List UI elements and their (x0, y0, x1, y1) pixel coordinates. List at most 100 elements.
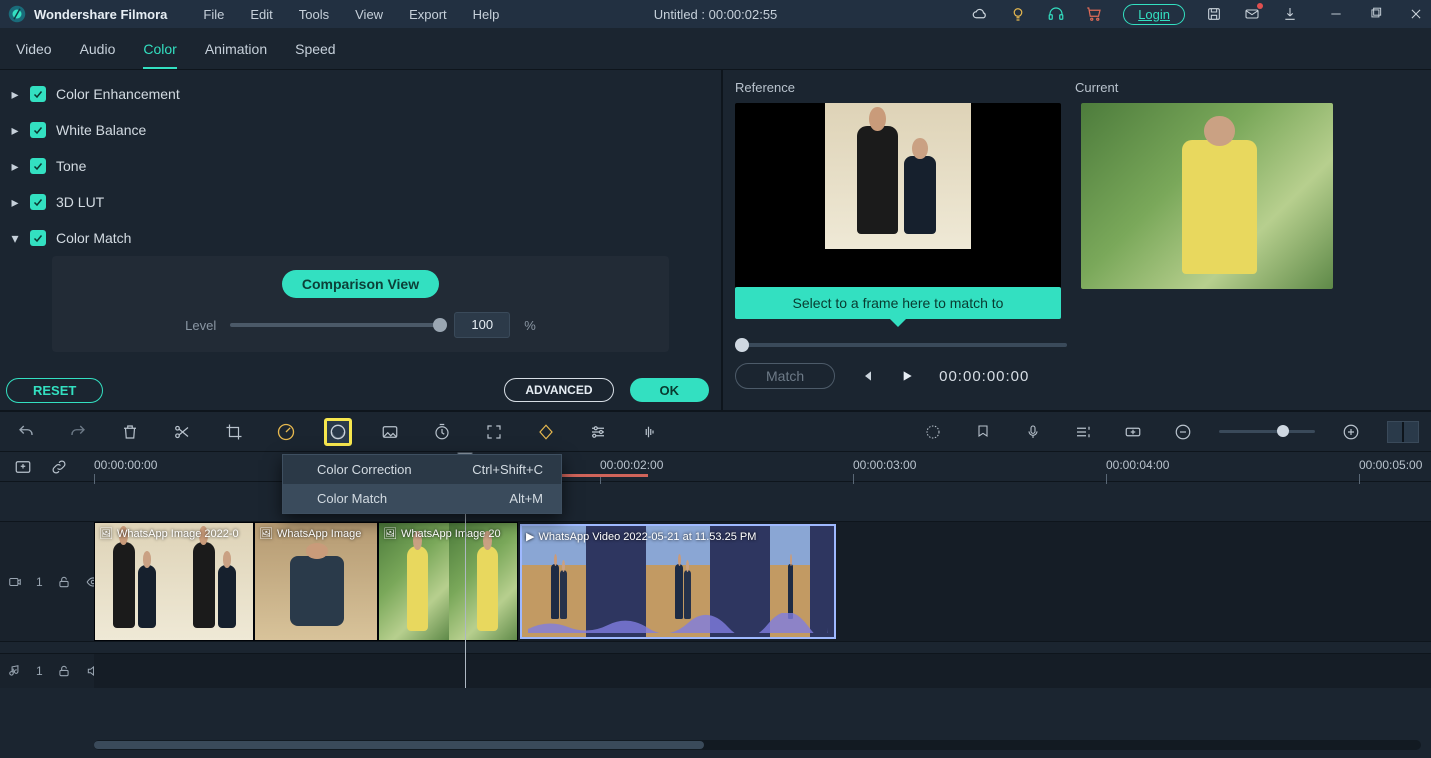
color-tools-icon[interactable] (324, 418, 352, 446)
expand-icon[interactable]: ▸ (10, 194, 20, 211)
lock-icon[interactable] (57, 664, 71, 678)
tab-video[interactable]: Video (16, 41, 52, 69)
collapse-icon[interactable]: ▾ (10, 230, 20, 247)
menu-file[interactable]: File (203, 7, 224, 22)
keyframe-icon[interactable] (532, 418, 560, 446)
audio-eq-icon[interactable] (636, 418, 664, 446)
zoom-thumb[interactable] (1277, 425, 1289, 437)
marker-icon[interactable] (969, 418, 997, 446)
video-track-icon (8, 575, 22, 589)
slider-thumb[interactable] (433, 318, 447, 332)
split-icon[interactable] (168, 418, 196, 446)
tab-audio[interactable]: Audio (80, 41, 116, 69)
menu-bar: Wondershare Filmora File Edit Tools View… (0, 0, 1431, 28)
save-icon[interactable] (1205, 5, 1223, 23)
duration-icon[interactable] (428, 418, 456, 446)
timeline-ruler[interactable]: 00:00:00:00 00:00:01:00 00:00:02:00 00:0… (0, 452, 1431, 482)
property-tabs: Video Audio Color Animation Speed (0, 28, 1431, 70)
row-white-balance[interactable]: ▸ White Balance (4, 112, 717, 148)
download-icon[interactable] (1281, 5, 1299, 23)
settings-sliders-icon[interactable] (584, 418, 612, 446)
expand-icon[interactable]: ▸ (10, 158, 20, 175)
scrollbar-thumb[interactable] (94, 741, 704, 749)
row-color-enhancement[interactable]: ▸ Color Enhancement (4, 76, 717, 112)
menu-export[interactable]: Export (409, 7, 447, 22)
cart-icon[interactable] (1085, 5, 1103, 23)
row-tone[interactable]: ▸ Tone (4, 148, 717, 184)
speed-icon[interactable] (272, 418, 300, 446)
expand-icon[interactable]: ▸ (10, 122, 20, 139)
mail-icon[interactable] (1243, 5, 1261, 23)
play-icon[interactable] (899, 368, 915, 384)
zoom-out-icon[interactable] (1169, 418, 1197, 446)
undo-icon[interactable] (12, 418, 40, 446)
zoom-in-icon[interactable] (1337, 418, 1365, 446)
menu-edit[interactable]: Edit (250, 7, 272, 22)
color-match-body: Comparison View Level 100 % (52, 256, 669, 352)
close-icon[interactable] (1407, 5, 1425, 23)
menu-color-correction[interactable]: Color Correction Ctrl+Shift+C (283, 455, 561, 484)
checkbox[interactable] (30, 194, 46, 210)
redo-icon[interactable] (64, 418, 92, 446)
dual-view-toggle[interactable] (1387, 421, 1419, 443)
comparison-view-button[interactable]: Comparison View (282, 270, 439, 298)
prev-frame-icon[interactable] (859, 368, 875, 384)
level-value[interactable]: 100 (454, 312, 510, 338)
match-button[interactable]: Match (735, 363, 835, 389)
clip-image-3[interactable]: 🖼WhatsApp Image 20 (378, 522, 518, 641)
render-icon[interactable] (919, 418, 947, 446)
delete-icon[interactable] (116, 418, 144, 446)
reset-button[interactable]: RESET (6, 378, 103, 403)
timeline-scrollbar[interactable] (94, 740, 1421, 750)
clip-image-1[interactable]: 🖼WhatsApp Image 2022-0 (94, 522, 254, 641)
minimize-icon[interactable] (1327, 5, 1345, 23)
scrubber-thumb[interactable] (735, 338, 749, 352)
tab-animation[interactable]: Animation (205, 41, 267, 69)
menu-tools[interactable]: Tools (299, 7, 329, 22)
checkbox[interactable] (30, 86, 46, 102)
crop-icon[interactable] (220, 418, 248, 446)
tab-speed[interactable]: Speed (295, 41, 335, 69)
audio-track-head: 1 (0, 654, 94, 688)
label: Color Match (317, 491, 387, 506)
ok-button[interactable]: OK (630, 378, 710, 402)
audio-track-body[interactable] (94, 654, 1431, 688)
current-preview[interactable] (1081, 103, 1333, 289)
track-id: 1 (36, 575, 43, 589)
checkbox[interactable] (30, 122, 46, 138)
login-button[interactable]: Login (1123, 4, 1185, 25)
menu-view[interactable]: View (355, 7, 383, 22)
lock-icon[interactable] (57, 575, 71, 589)
expand-icon[interactable]: ▸ (10, 86, 20, 103)
track-gap (0, 642, 1431, 654)
link-icon[interactable] (50, 458, 68, 476)
checkbox[interactable] (30, 158, 46, 174)
mixer-icon[interactable] (1069, 418, 1097, 446)
level-slider[interactable] (230, 323, 440, 327)
clip-video-1[interactable]: ▶WhatsApp Video 2022-05-21 at 11.53.25 P… (520, 524, 836, 639)
zoom-slider[interactable] (1219, 430, 1315, 433)
advanced-button[interactable]: ADVANCED (504, 378, 613, 402)
video-track-body[interactable]: 🖼WhatsApp Image 2022-0 🖼WhatsApp Image 🖼… (94, 522, 1431, 641)
current-label: Current (1075, 80, 1415, 95)
maximize-icon[interactable] (1367, 5, 1385, 23)
menu-help[interactable]: Help (473, 7, 500, 22)
empty-track[interactable] (0, 482, 1431, 522)
screenshot-icon[interactable] (376, 418, 404, 446)
reference-scrubber[interactable] (735, 343, 1067, 347)
clip-image-2[interactable]: 🖼WhatsApp Image (254, 522, 378, 641)
cloud-icon[interactable] (971, 5, 989, 23)
fullscreen-icon[interactable] (480, 418, 508, 446)
tab-color[interactable]: Color (143, 41, 176, 69)
add-track-icon[interactable] (1119, 418, 1147, 446)
row-color-match[interactable]: ▾ Color Match (4, 220, 717, 256)
checkbox[interactable] (30, 230, 46, 246)
idea-icon[interactable] (1009, 5, 1027, 23)
color-panel: ▸ Color Enhancement ▸ White Balance ▸ To… (0, 70, 723, 410)
headset-icon[interactable] (1047, 5, 1065, 23)
menu-color-match[interactable]: Color Match Alt+M (283, 484, 561, 513)
reference-preview[interactable] (735, 103, 1061, 289)
row-3d-lut[interactable]: ▸ 3D LUT (4, 184, 717, 220)
add-media-icon[interactable] (14, 458, 32, 476)
voiceover-icon[interactable] (1019, 418, 1047, 446)
